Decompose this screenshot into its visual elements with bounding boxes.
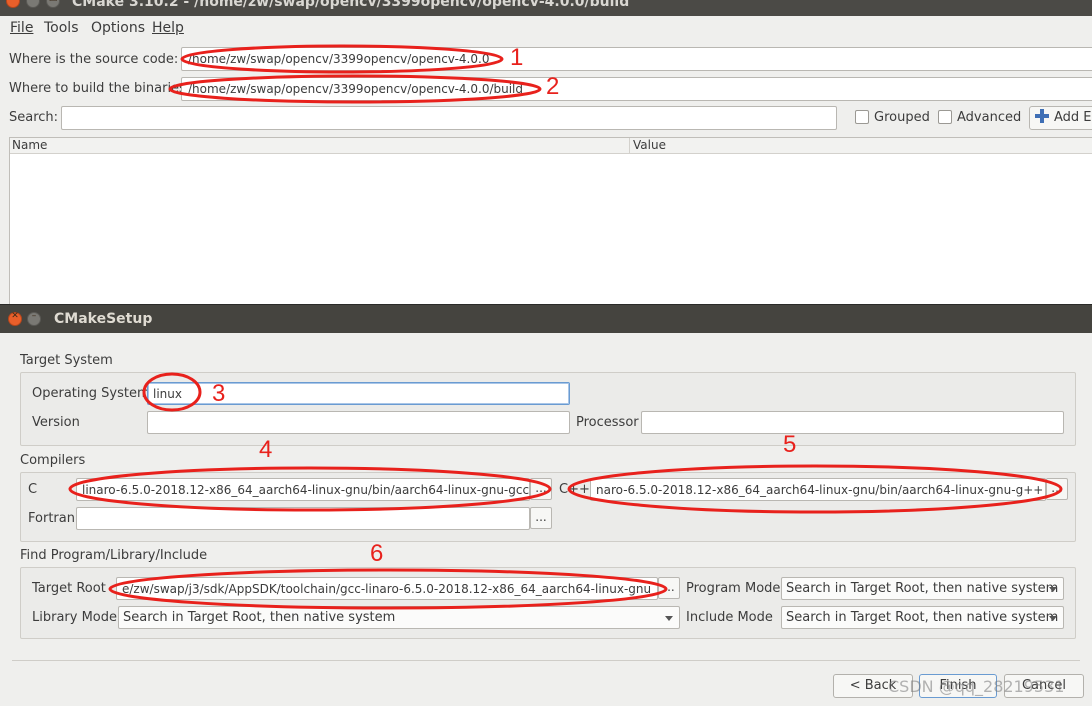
watermark: CSDN @qq_28219531: [888, 677, 1065, 696]
grouped-label: Grouped: [874, 110, 930, 125]
library-mode-label: Library Mode: [32, 610, 118, 625]
plus-icon: [1035, 109, 1049, 123]
table-header: Name Value: [10, 138, 1092, 154]
build-dir-label: Where to build the binaries:: [9, 81, 191, 96]
target-root-label: Target Root: [32, 581, 106, 596]
minimize-icon: –: [27, 0, 39, 3]
os-input[interactable]: linux: [147, 382, 570, 405]
os-label: Operating System: [32, 386, 150, 401]
source-code-input[interactable]: /home/zw/swap/opencv/3399opencv/opencv-4…: [181, 47, 1092, 71]
annotation-number-4: 4: [259, 436, 273, 463]
build-dir-input[interactable]: /home/zw/swap/opencv/3399opencv/opencv-4…: [181, 77, 1092, 101]
annotation-number-2: 2: [546, 73, 560, 100]
dialog-titlebar: ✕ – CMakeSetup: [0, 305, 1092, 333]
compilers-group-label: Compilers: [20, 453, 86, 468]
chevron-down-icon: [1049, 616, 1057, 621]
menubar: File Tools Options Help: [0, 17, 1092, 41]
dialog-divider: [12, 660, 1080, 661]
library-mode-select[interactable]: Search in Target Root, then native syste…: [118, 606, 680, 629]
target-root-input[interactable]: e/zw/swap/j3/sdk/AppSDK/toolchain/gcc-li…: [116, 577, 658, 600]
add-entry-button[interactable]: Add Er: [1029, 106, 1092, 130]
advanced-checkbox[interactable]: [938, 110, 952, 124]
chevron-down-icon: [665, 616, 673, 621]
dialog-minimize-button[interactable]: –: [27, 311, 41, 326]
column-header-value[interactable]: Value: [629, 138, 666, 154]
close-icon: ✕: [7, 0, 19, 3]
add-entry-label: Add Er: [1054, 110, 1092, 125]
source-code-label: Where is the source code:: [9, 52, 179, 67]
cxx-compiler-browse-button[interactable]: ...: [1046, 478, 1068, 500]
close-icon: ✕: [11, 311, 19, 321]
include-mode-label: Include Mode: [686, 610, 773, 625]
close-window-button[interactable]: ✕: [6, 0, 20, 8]
fortran-compiler-label: Fortran: [28, 511, 75, 526]
cache-table[interactable]: Name Value: [9, 137, 1092, 305]
c-compiler-browse-button[interactable]: ...: [530, 478, 552, 500]
annotation-number-6: 6: [370, 540, 384, 567]
processor-input[interactable]: [641, 411, 1064, 434]
advanced-label: Advanced: [957, 110, 1022, 125]
menu-tools[interactable]: Tools: [44, 20, 79, 36]
grouped-checkbox[interactable]: [855, 110, 869, 124]
window-title: CMake 3.10.2 - /home/zw/swap/opencv/3399…: [72, 0, 630, 10]
chevron-down-icon: [1049, 587, 1057, 592]
dialog-close-button[interactable]: ✕: [8, 311, 22, 326]
minimize-window-button[interactable]: –: [26, 0, 40, 8]
minimize-icon: –: [31, 311, 37, 321]
c-compiler-label: C: [28, 482, 38, 497]
annotation-number-3: 3: [212, 380, 226, 407]
search-input[interactable]: [61, 106, 837, 130]
search-label: Search:: [9, 110, 59, 125]
dialog-title: CMakeSetup: [54, 311, 153, 327]
menu-options[interactable]: Options: [91, 20, 145, 36]
processor-label: Processor: [576, 415, 639, 430]
maximize-window-button[interactable]: □: [46, 0, 60, 8]
cxx-compiler-label: C++: [559, 482, 590, 497]
target-root-browse-button[interactable]: ...: [658, 577, 680, 599]
include-mode-select[interactable]: Search in Target Root, then native syste…: [781, 606, 1064, 629]
cmakesetup-dialog: ✕ – CMakeSetup Target System Operating S…: [0, 304, 1092, 706]
program-mode-label: Program Mode: [686, 581, 781, 596]
main-titlebar: ✕ – □ CMake 3.10.2 - /home/zw/swap/openc…: [0, 0, 1092, 16]
version-label: Version: [32, 415, 80, 430]
annotation-number-5: 5: [783, 431, 797, 458]
fortran-compiler-browse-button[interactable]: ...: [530, 507, 552, 529]
menu-help[interactable]: Help: [152, 20, 184, 36]
cxx-compiler-input[interactable]: naro-6.5.0-2018.12-x86_64_aarch64-linux-…: [590, 478, 1046, 501]
target-system-group-label: Target System: [20, 353, 113, 368]
annotation-number-1: 1: [510, 44, 524, 71]
maximize-icon: □: [47, 0, 59, 3]
fortran-compiler-input[interactable]: [76, 507, 530, 530]
menu-file[interactable]: File: [10, 20, 33, 36]
version-input[interactable]: [147, 411, 570, 434]
c-compiler-input[interactable]: linaro-6.5.0-2018.12-x86_64_aarch64-linu…: [76, 478, 530, 501]
find-group-label: Find Program/Library/Include: [20, 548, 208, 563]
program-mode-select[interactable]: Search in Target Root, then native syste…: [781, 577, 1064, 600]
column-header-name[interactable]: Name: [12, 138, 47, 152]
